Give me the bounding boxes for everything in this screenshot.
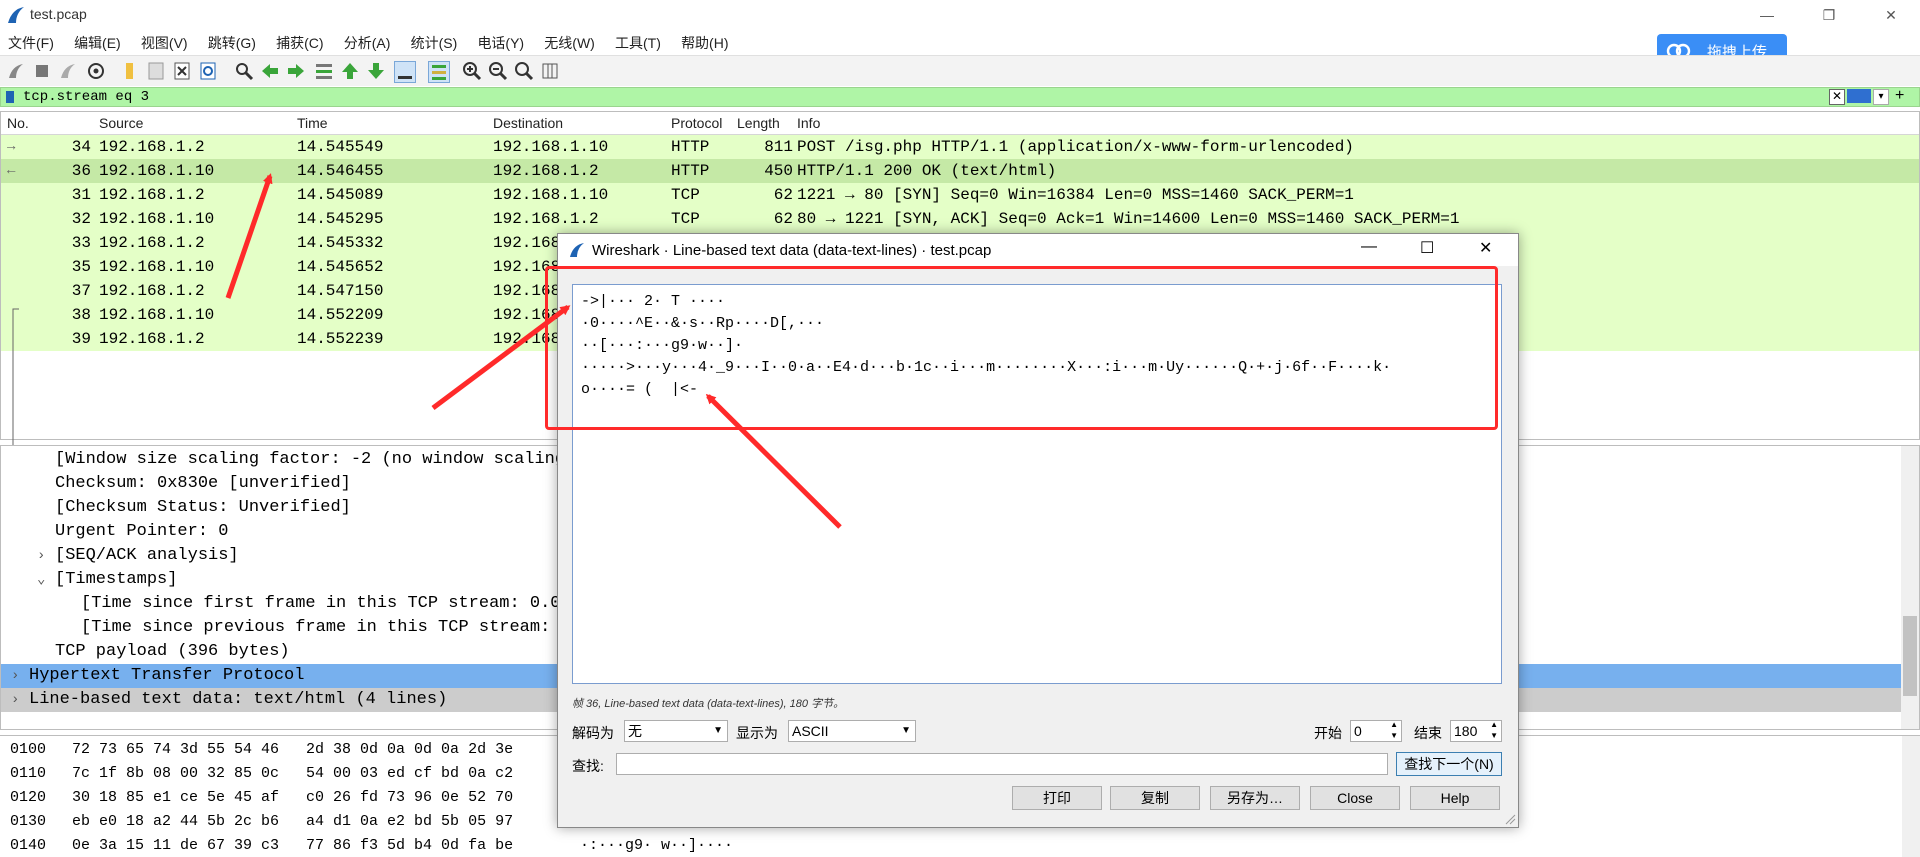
arrow-to-http-response [225, 173, 273, 299]
annotation-arrows [225, 173, 842, 529]
arrow-to-text-end [705, 393, 842, 529]
arrow-to-text-start [431, 304, 571, 411]
